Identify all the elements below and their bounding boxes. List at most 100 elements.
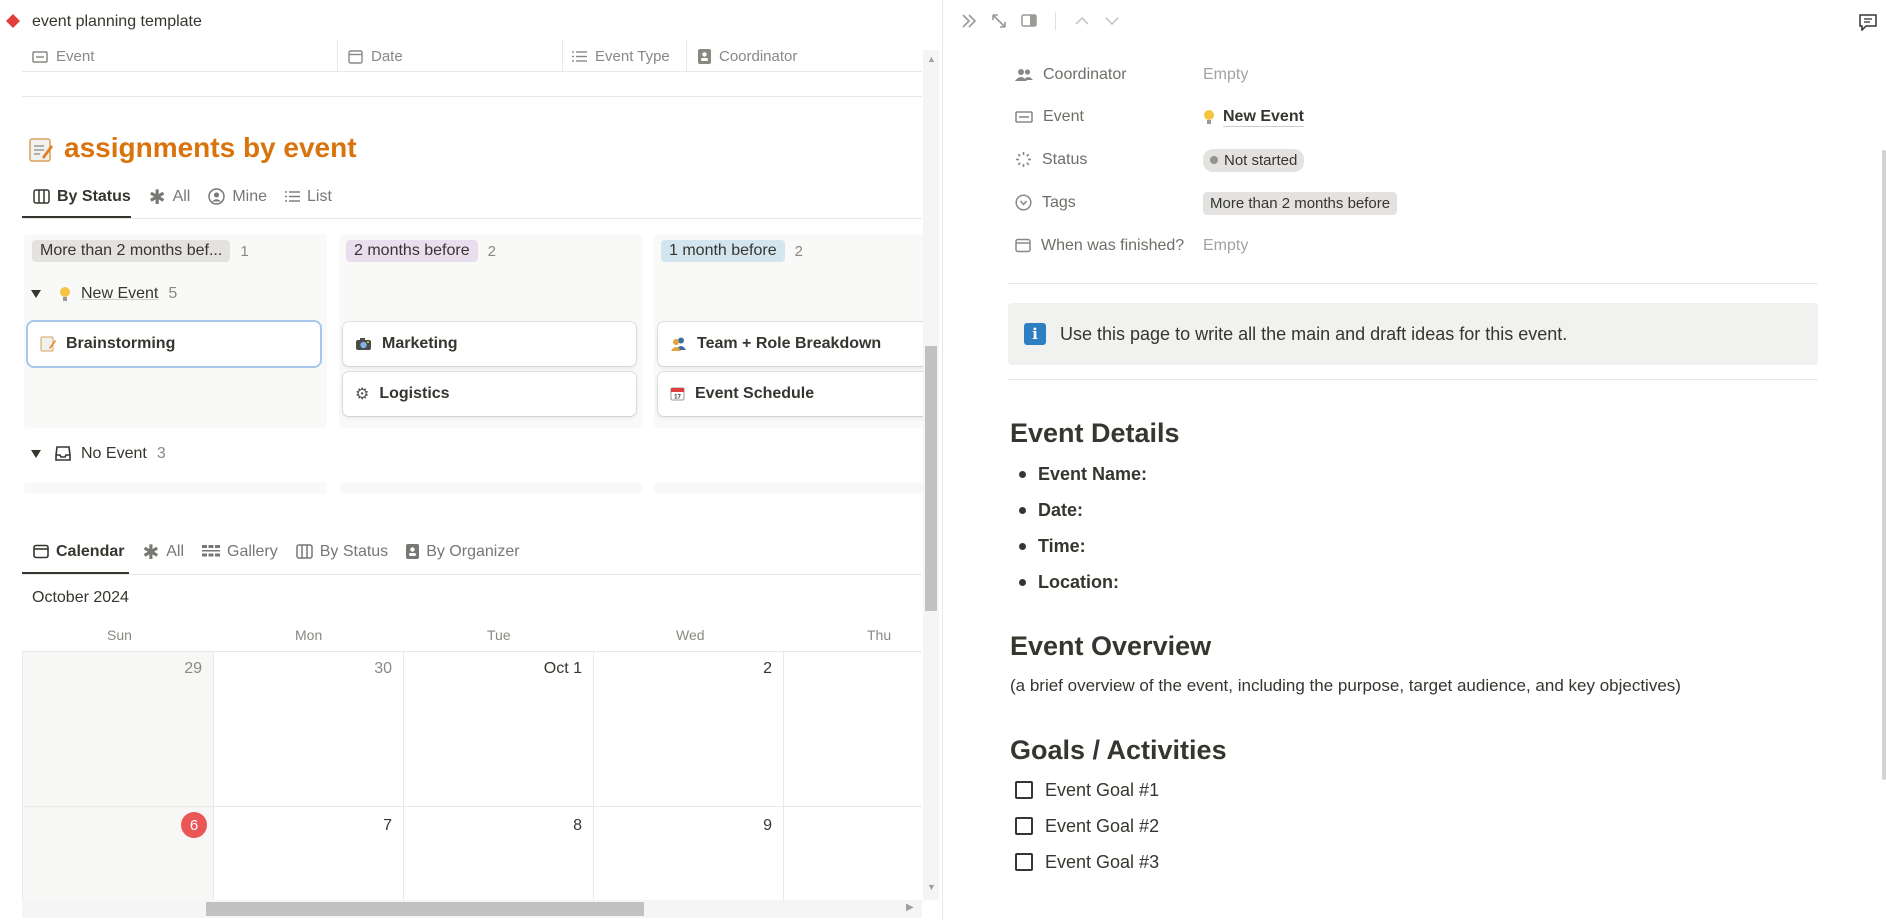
overview-paragraph[interactable]: (a brief overview of the event, includin… [1010, 676, 1681, 696]
calendar-day[interactable]: 7 [340, 817, 392, 835]
property-event[interactable]: Event New Event [1015, 101, 1775, 133]
divider [1008, 379, 1818, 380]
tab-by-status[interactable]: By Status [287, 537, 397, 567]
collapse-toggle-icon[interactable] [31, 290, 41, 298]
calendar-day[interactable]: 9 [720, 817, 772, 835]
calendar-day[interactable]: 2 [720, 660, 772, 678]
group-header-no-event[interactable]: No Event 3 [31, 445, 166, 463]
column-header-event[interactable]: Event [32, 44, 94, 68]
property-label: When was finished? [1041, 237, 1185, 254]
group-label: New Event [81, 285, 159, 302]
expand-icon[interactable] [991, 12, 1007, 30]
horizontal-scrollbar-thumb[interactable] [206, 902, 644, 916]
property-coordinator[interactable]: Coordinator Empty [1015, 59, 1775, 91]
column-count: 2 [487, 242, 496, 260]
tab-by-organizer[interactable]: By Organizer [397, 537, 528, 567]
column-header-coordinator[interactable]: Coordinator [698, 44, 797, 68]
collapse-toggle-icon[interactable] [31, 450, 41, 458]
tab-gallery[interactable]: Gallery [193, 537, 287, 567]
tab-label: By Status [57, 188, 131, 205]
todo-item[interactable]: Event Goal #1 [1015, 772, 1159, 808]
tab-by-status[interactable]: By Status [24, 182, 140, 212]
property-when-finished[interactable]: When was finished? Empty [1015, 230, 1775, 262]
info-callout: i Use this page to write all the main an… [1008, 303, 1818, 365]
calendar-day[interactable]: Oct 1 [520, 660, 582, 678]
checkbox[interactable] [1015, 817, 1033, 835]
property-tags[interactable]: Tags More than 2 months before [1015, 187, 1775, 219]
list-item[interactable]: Date: [1019, 492, 1147, 528]
scroll-down-arrow-icon[interactable]: ▼ [927, 882, 936, 892]
todo-item[interactable]: Event Goal #2 [1015, 808, 1159, 844]
heading-event-overview[interactable]: Event Overview [1010, 631, 1211, 662]
status-badge: 1 month before [661, 240, 785, 262]
weekday-label: Wed [676, 627, 705, 643]
lightbulb-icon [1203, 108, 1215, 126]
property-value[interactable]: Empty [1203, 237, 1248, 255]
tab-label: Mine [232, 188, 268, 205]
tag-badge[interactable]: More than 2 months before [1203, 191, 1398, 215]
status-badge[interactable]: Not started [1203, 148, 1305, 172]
heading-goals-activities[interactable]: Goals / Activities [1010, 735, 1227, 766]
column-count: 2 [794, 242, 803, 260]
property-label: Status [1042, 151, 1088, 168]
svg-text:17: 17 [674, 395, 681, 401]
calendar-view-tabs: Calendar ✱ All Gallery By Status By Orga… [24, 537, 529, 567]
card-logistics[interactable]: ⚙ Logistics [343, 372, 636, 416]
page-title[interactable]: event planning template [32, 13, 202, 31]
tab-all[interactable]: ✱ All [140, 182, 200, 212]
lightbulb-icon [59, 285, 71, 303]
tab-all[interactable]: ✱ All [133, 537, 193, 567]
goals-todo-list: Event Goal #1 Event Goal #2 Event Goal #… [1015, 772, 1159, 880]
vertical-scrollbar-thumb[interactable] [1882, 150, 1886, 780]
board-column-header[interactable]: More than 2 months bef... 1 [32, 240, 249, 262]
card-event-schedule[interactable]: 17 Event Schedule [658, 372, 928, 416]
column-header-event-type[interactable]: Event Type [572, 44, 670, 68]
calendar-day[interactable]: 30 [340, 660, 392, 678]
relation-value[interactable]: New Event [1203, 108, 1304, 127]
checkbox[interactable] [1015, 853, 1033, 871]
contact-icon [698, 48, 711, 65]
callout-text[interactable]: Use this page to write all the main and … [1060, 324, 1567, 345]
list-item[interactable]: Event Name: [1019, 456, 1147, 492]
calendar-day[interactable]: 8 [530, 817, 582, 835]
board-lane [339, 482, 642, 494]
board-column-header[interactable]: 1 month before 2 [661, 240, 803, 262]
tab-list[interactable]: List [276, 182, 341, 212]
card-marketing[interactable]: Marketing [343, 322, 636, 366]
page-peek-panel: Coordinator Empty Event New Event Status… [942, 0, 1886, 920]
list-item[interactable]: Time: [1019, 528, 1147, 564]
tab-label: All [172, 188, 191, 205]
active-tab-indicator [22, 216, 131, 218]
heading-event-details[interactable]: Event Details [1010, 418, 1180, 449]
tab-mine[interactable]: Mine [199, 182, 276, 212]
side-peek-icon[interactable] [1021, 12, 1037, 30]
person-circle-icon [208, 188, 226, 206]
chevron-down-icon[interactable] [1104, 12, 1120, 30]
today-badge[interactable]: 6 [181, 812, 207, 838]
board-icon [295, 543, 313, 561]
comment-icon[interactable] [1858, 13, 1878, 31]
property-status[interactable]: Status Not started [1015, 144, 1775, 176]
board-column-header[interactable]: 2 months before 2 [346, 240, 496, 262]
checkbox[interactable] [1015, 781, 1033, 799]
vertical-scrollbar-thumb[interactable] [925, 346, 937, 611]
group-label: No Event [81, 445, 147, 462]
calendar-day[interactable]: 29 [150, 660, 202, 678]
property-value[interactable]: Empty [1203, 66, 1248, 84]
todo-item[interactable]: Event Goal #3 [1015, 844, 1159, 880]
column-header-date[interactable]: Date [348, 44, 403, 68]
scroll-right-arrow-icon[interactable]: ▶ [906, 902, 914, 913]
card-team-role-breakdown[interactable]: Team + Role Breakdown [658, 322, 928, 366]
divider [1008, 283, 1818, 284]
tab-label: List [307, 188, 332, 205]
chevron-up-icon[interactable] [1074, 12, 1090, 30]
property-label: Tags [1042, 194, 1076, 211]
close-peek-icon[interactable] [961, 12, 977, 30]
divider [22, 574, 922, 575]
scroll-up-arrow-icon[interactable]: ▲ [927, 54, 936, 64]
list-item[interactable]: Location: [1019, 564, 1147, 600]
tab-label: Calendar [56, 543, 125, 560]
card-brainstorming[interactable]: Brainstorming [28, 322, 320, 366]
group-header-new-event[interactable]: New Event 5 [31, 285, 177, 303]
tab-calendar[interactable]: Calendar [24, 537, 133, 567]
